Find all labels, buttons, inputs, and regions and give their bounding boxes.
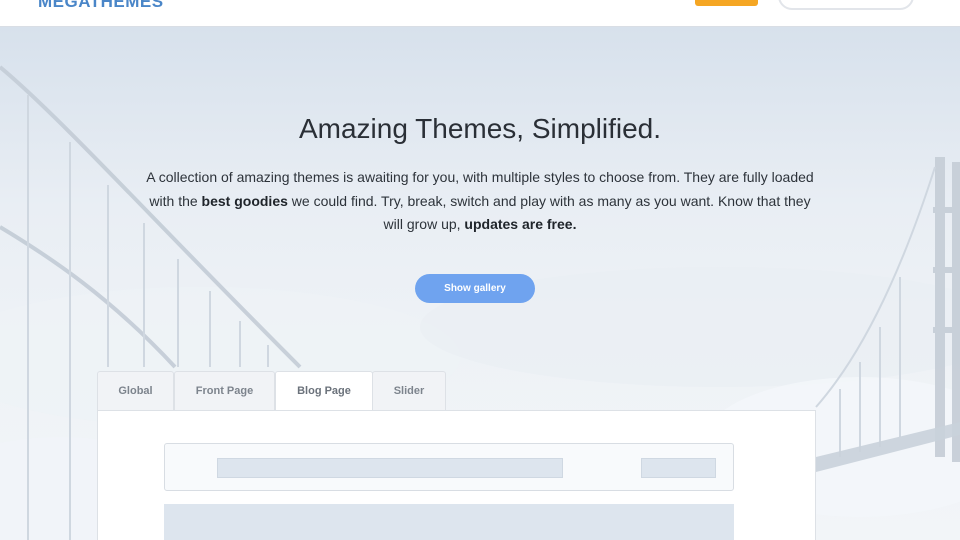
- hero-title: Amazing Themes, Simplified.: [298, 113, 662, 144]
- tab-front-page[interactable]: Front Page: [174, 371, 275, 410]
- hero-description-bold-2: updates are free.: [464, 216, 577, 232]
- hero-description: A collection of amazing themes is awaiti…: [145, 166, 815, 237]
- preview-content-block: [164, 504, 734, 540]
- site-logo[interactable]: MEGATHEMES: [38, 0, 164, 12]
- preview-placeholder-button: [641, 458, 716, 478]
- tab-blog-page[interactable]: Blog Page: [275, 371, 373, 410]
- show-gallery-button[interactable]: Show gallery: [415, 274, 535, 303]
- top-navigation-bar: MEGATHEMES: [0, 0, 960, 27]
- preview-header-block: [164, 443, 734, 491]
- tab-global[interactable]: Global: [97, 371, 174, 410]
- tab-slider[interactable]: Slider: [372, 371, 446, 410]
- hero-description-bold-1: best goodies: [201, 192, 288, 209]
- theme-preview-panel: [97, 410, 816, 540]
- preview-placeholder-bar: [217, 458, 563, 478]
- hero-section: Amazing Themes, Simplified. A collection…: [0, 27, 960, 540]
- secondary-header-button[interactable]: [778, 0, 914, 10]
- primary-header-button[interactable]: [695, 0, 758, 6]
